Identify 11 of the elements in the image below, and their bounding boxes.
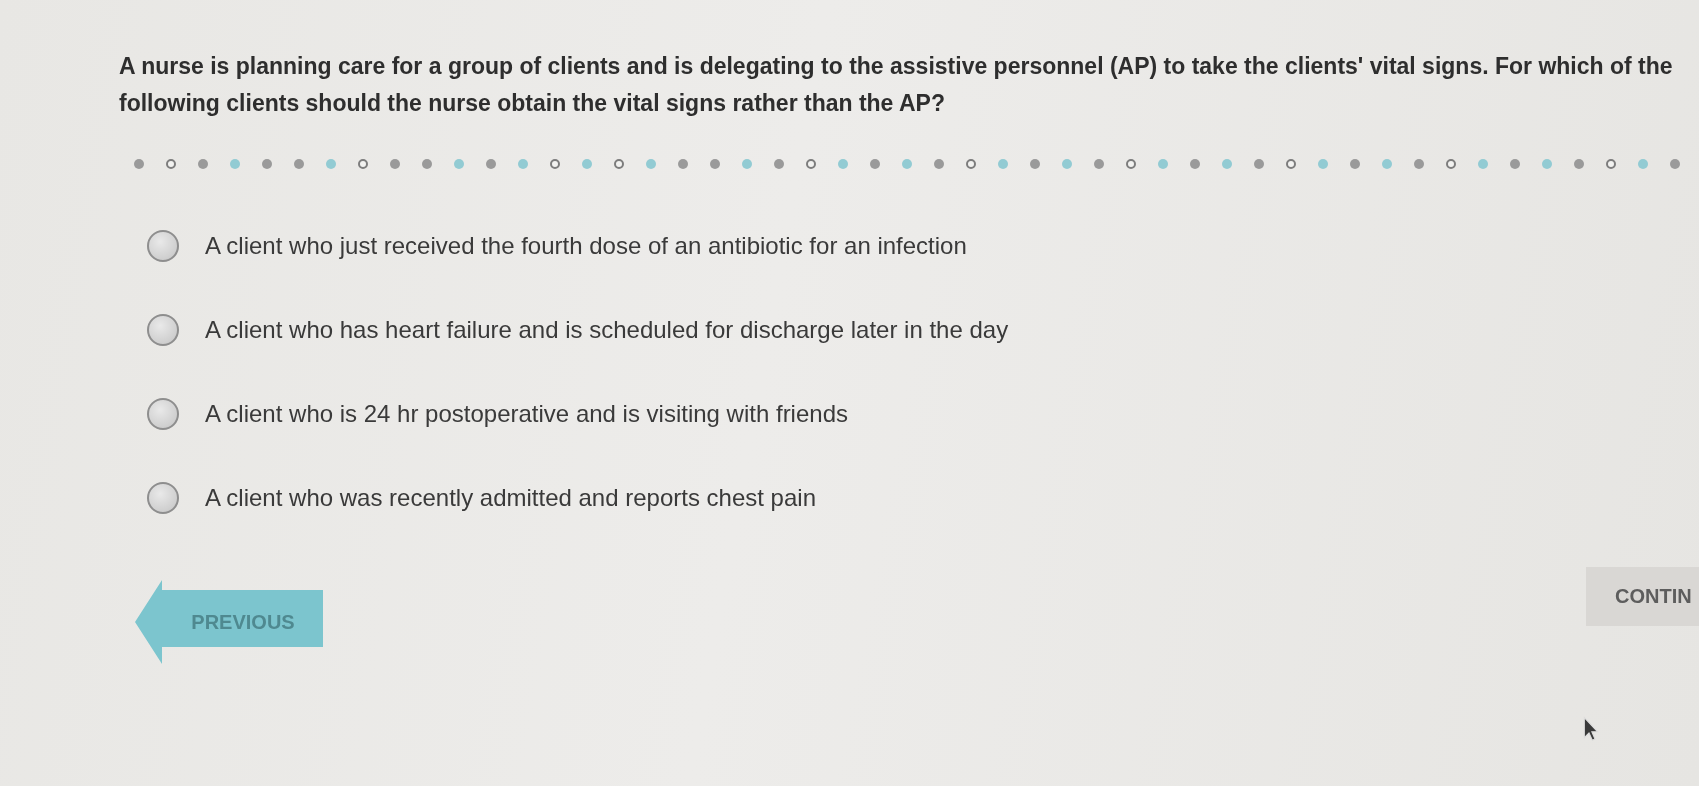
continue-button[interactable]: CONTIN [1586,567,1699,626]
mouse-pointer-icon [1583,716,1599,742]
answer-option[interactable]: A client who has heart failure and is scheduled for discharge later in the day [205,315,1009,345]
radio-button[interactable] [147,230,179,262]
radio-button[interactable] [147,398,179,430]
answer-option[interactable]: A client who just received the fourth dose of an antibiotic for an infection [205,231,967,261]
answer-option[interactable]: A client who was recently admitted and reports chest pain [205,483,816,513]
question-text: A nurse is planning care for a group of clients and is delegating to the assistive personnel (AP) to take the clients' vital signs. For which of the following clients should the nurse obtain the vital signs rather than the AP? [119,52,1674,118]
answer-option[interactable]: A client who is 24 hr postoperative and is visiting with friends [205,399,848,429]
radio-button[interactable] [147,314,179,346]
radio-button[interactable] [147,482,179,514]
